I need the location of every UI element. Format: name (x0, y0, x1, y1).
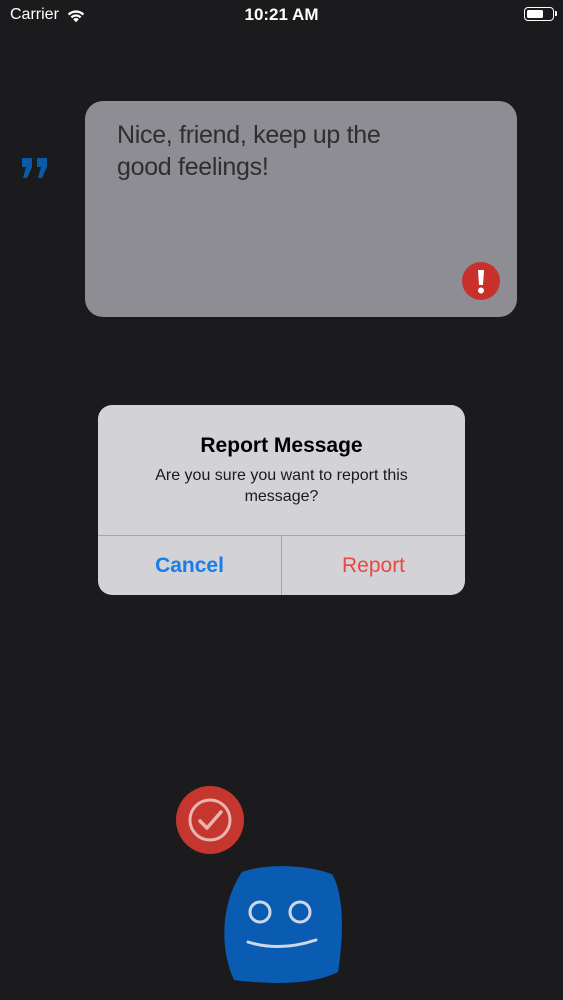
battery-icon (524, 7, 557, 21)
status-bar: Carrier 10:21 AM (0, 0, 563, 30)
check-circle-icon[interactable] (176, 786, 244, 854)
exclamation-icon[interactable] (462, 262, 500, 300)
dialog-message: Are you sure you want to report this mes… (155, 467, 408, 505)
mascot-shape (224, 866, 342, 983)
battery-level (527, 10, 543, 18)
check-glyph (188, 798, 232, 842)
report-dialog: Report Message Are you sure you want to … (98, 405, 465, 595)
cancel-button[interactable]: Cancel (98, 536, 281, 595)
message-text: Nice, friend, keep up the good feelings! (117, 121, 381, 181)
smiley-face-icon[interactable] (220, 864, 344, 986)
report-button[interactable]: Report (282, 536, 465, 595)
status-time: 10:21 AM (244, 5, 319, 24)
dialog-title: Report Message (200, 434, 363, 457)
exclamation-glyph (478, 270, 484, 294)
message-card: Nice, friend, keep up the good feelings! (85, 101, 517, 317)
quote-icon (22, 158, 47, 178)
